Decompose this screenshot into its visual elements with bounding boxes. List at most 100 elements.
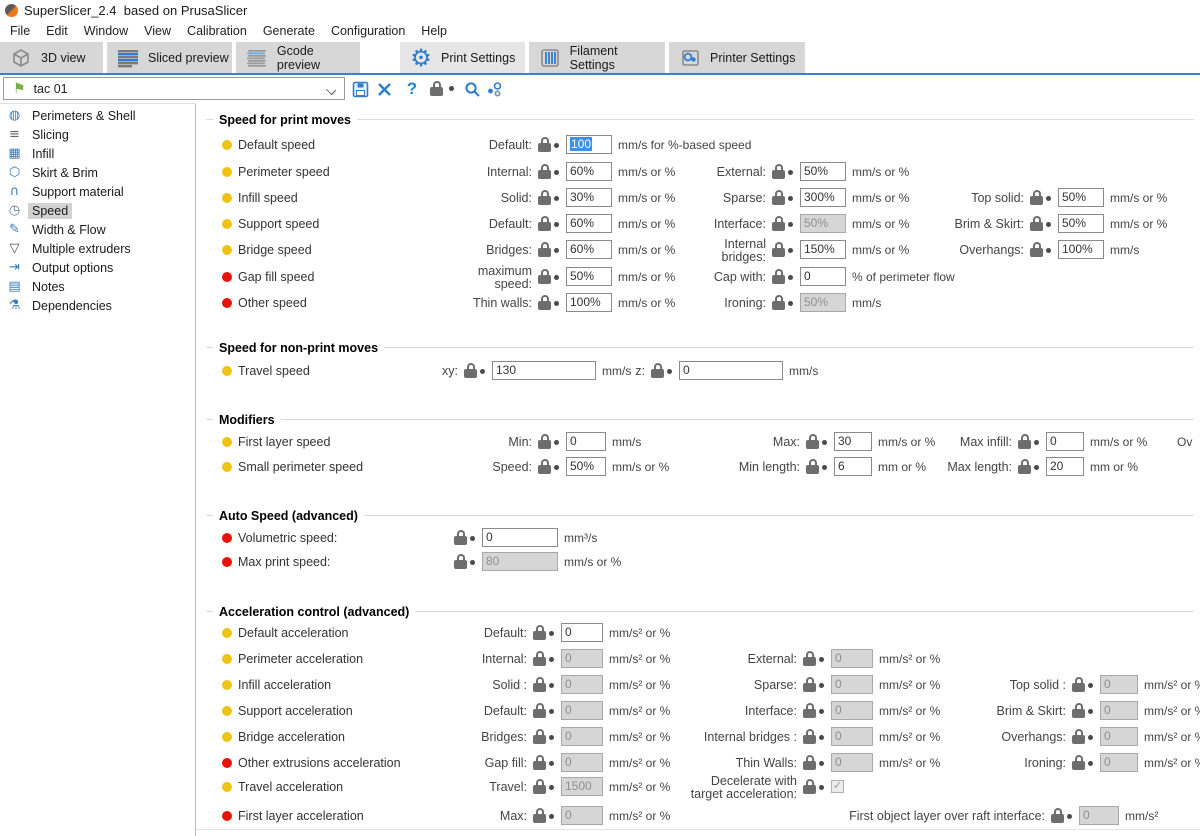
value-input[interactable]: 50%: [566, 457, 606, 476]
value-input[interactable]: 50%: [800, 293, 846, 312]
sidebar-item-dependencies[interactable]: ⚗Dependencies: [0, 296, 195, 315]
lock-icon[interactable]: [803, 729, 816, 744]
tab-printer-settings[interactable]: Printer Settings: [669, 42, 805, 73]
save-icon[interactable]: [350, 79, 370, 99]
menu-item-file[interactable]: File: [2, 22, 38, 40]
lock-icon[interactable]: [1030, 190, 1043, 205]
checkbox-disabled[interactable]: ✓: [831, 780, 844, 793]
lock-icon[interactable]: [533, 779, 546, 794]
value-input[interactable]: 50%: [1058, 214, 1104, 233]
lock-icon[interactable]: [803, 703, 816, 718]
lock-icon[interactable]: [772, 269, 785, 284]
lock-icon[interactable]: [533, 625, 546, 640]
lock-icon[interactable]: [454, 530, 467, 545]
lock-icon[interactable]: [533, 808, 546, 823]
lock-icon[interactable]: [533, 755, 546, 770]
sidebar-item-speed[interactable]: ◷Speed: [0, 201, 195, 220]
lock-icon[interactable]: [1030, 216, 1043, 231]
value-input[interactable]: 0: [1100, 727, 1138, 746]
sidebar-item-notes[interactable]: ▤Notes: [0, 277, 195, 296]
sidebar-item-slicing[interactable]: ≡Slicing: [0, 125, 195, 144]
value-input[interactable]: 0: [561, 727, 603, 746]
menu-item-edit[interactable]: Edit: [38, 22, 76, 40]
value-input[interactable]: 0: [561, 623, 603, 642]
menu-item-window[interactable]: Window: [76, 22, 136, 40]
lock-icon[interactable]: [1030, 242, 1043, 257]
lock-icon[interactable]: [1072, 703, 1085, 718]
lock-icon[interactable]: [538, 269, 551, 284]
menu-item-calibration[interactable]: Calibration: [179, 22, 255, 40]
lock-icon[interactable]: [538, 137, 551, 152]
lock-icon[interactable]: [533, 729, 546, 744]
value-input[interactable]: 0: [831, 675, 873, 694]
menu-item-view[interactable]: View: [136, 22, 179, 40]
lock-icon[interactable]: [538, 164, 551, 179]
value-input[interactable]: 0: [566, 432, 606, 451]
value-input[interactable]: 50%: [800, 162, 846, 181]
value-input[interactable]: 0: [561, 806, 603, 825]
value-input[interactable]: 0: [561, 753, 603, 772]
lock-icon[interactable]: [538, 434, 551, 449]
sidebar-item-output-options[interactable]: ⇥Output options: [0, 258, 195, 277]
value-input[interactable]: 0: [561, 649, 603, 668]
lock-icon[interactable]: [803, 779, 816, 794]
tab-3d-view[interactable]: 3D view: [0, 42, 103, 73]
sidebar-item-perimeters-shell[interactable]: ◍Perimeters & Shell: [0, 106, 195, 125]
value-input[interactable]: 20: [1046, 457, 1084, 476]
value-input[interactable]: 0: [1100, 701, 1138, 720]
lock-icon[interactable]: [803, 677, 816, 692]
value-input[interactable]: 50%: [800, 214, 846, 233]
value-input[interactable]: 0: [482, 528, 558, 547]
value-input[interactable]: 0: [561, 675, 603, 694]
value-input[interactable]: 80: [482, 552, 558, 571]
sidebar-item-support-material[interactable]: ∩Support material: [0, 182, 195, 201]
lock-icon[interactable]: [538, 216, 551, 231]
sidebar-item-skirt-brim[interactable]: ⬡Skirt & Brim: [0, 163, 195, 182]
lock-icon[interactable]: [1072, 755, 1085, 770]
value-input[interactable]: 0: [679, 361, 783, 380]
lock-icon[interactable]: [772, 242, 785, 257]
value-input[interactable]: 100: [566, 135, 612, 154]
lock-icon[interactable]: [772, 295, 785, 310]
search-icon[interactable]: [462, 79, 482, 99]
sidebar-item-infill[interactable]: ▦Infill: [0, 144, 195, 163]
value-input[interactable]: 0: [1100, 675, 1138, 694]
value-input[interactable]: 0: [1100, 753, 1138, 772]
sidebar-item-width-flow[interactable]: ✎Width & Flow: [0, 220, 195, 239]
lock-icon[interactable]: [806, 459, 819, 474]
lock-icon[interactable]: [1018, 459, 1031, 474]
value-input[interactable]: 1500: [561, 777, 603, 796]
value-input[interactable]: 0: [831, 727, 873, 746]
menu-item-generate[interactable]: Generate: [255, 22, 323, 40]
sidebar-item-multiple-extruders[interactable]: ▽Multiple extruders: [0, 239, 195, 258]
lock-icon[interactable]: [454, 554, 467, 569]
tab-gcode-preview[interactable]: Gcode preview: [236, 42, 360, 73]
value-input[interactable]: 100%: [1058, 240, 1104, 259]
mode-icon[interactable]: [484, 79, 504, 99]
value-input[interactable]: 50%: [1058, 188, 1104, 207]
value-input[interactable]: 0: [831, 649, 873, 668]
lock-icon[interactable]: [772, 216, 785, 231]
preset-dropdown[interactable]: ⚑ tac 01: [3, 77, 345, 100]
value-input[interactable]: 150%: [800, 240, 846, 259]
lock-icon[interactable]: [538, 190, 551, 205]
lock-icon[interactable]: [538, 295, 551, 310]
lock-icon[interactable]: [533, 651, 546, 666]
lock-icon[interactable]: [533, 703, 546, 718]
lock-icon[interactable]: [772, 164, 785, 179]
lock-icon[interactable]: [651, 363, 664, 378]
value-input[interactable]: 0: [561, 701, 603, 720]
value-input[interactable]: 0: [800, 267, 846, 286]
tab-filament-settings[interactable]: Filament Settings: [529, 42, 665, 73]
lock-icon[interactable]: [1072, 677, 1085, 692]
delete-preset-icon[interactable]: [374, 79, 394, 99]
lock-icon[interactable]: [806, 434, 819, 449]
lock-icon[interactable]: [803, 755, 816, 770]
lock-icon[interactable]: [803, 651, 816, 666]
lock-icon[interactable]: [533, 677, 546, 692]
lock-icon[interactable]: [1051, 808, 1064, 823]
lock-icon[interactable]: [1018, 434, 1031, 449]
value-input[interactable]: 0: [1046, 432, 1084, 451]
tab-print-settings[interactable]: ⚙ Print Settings: [400, 42, 525, 73]
tab-sliced-preview[interactable]: Sliced preview: [107, 42, 232, 73]
